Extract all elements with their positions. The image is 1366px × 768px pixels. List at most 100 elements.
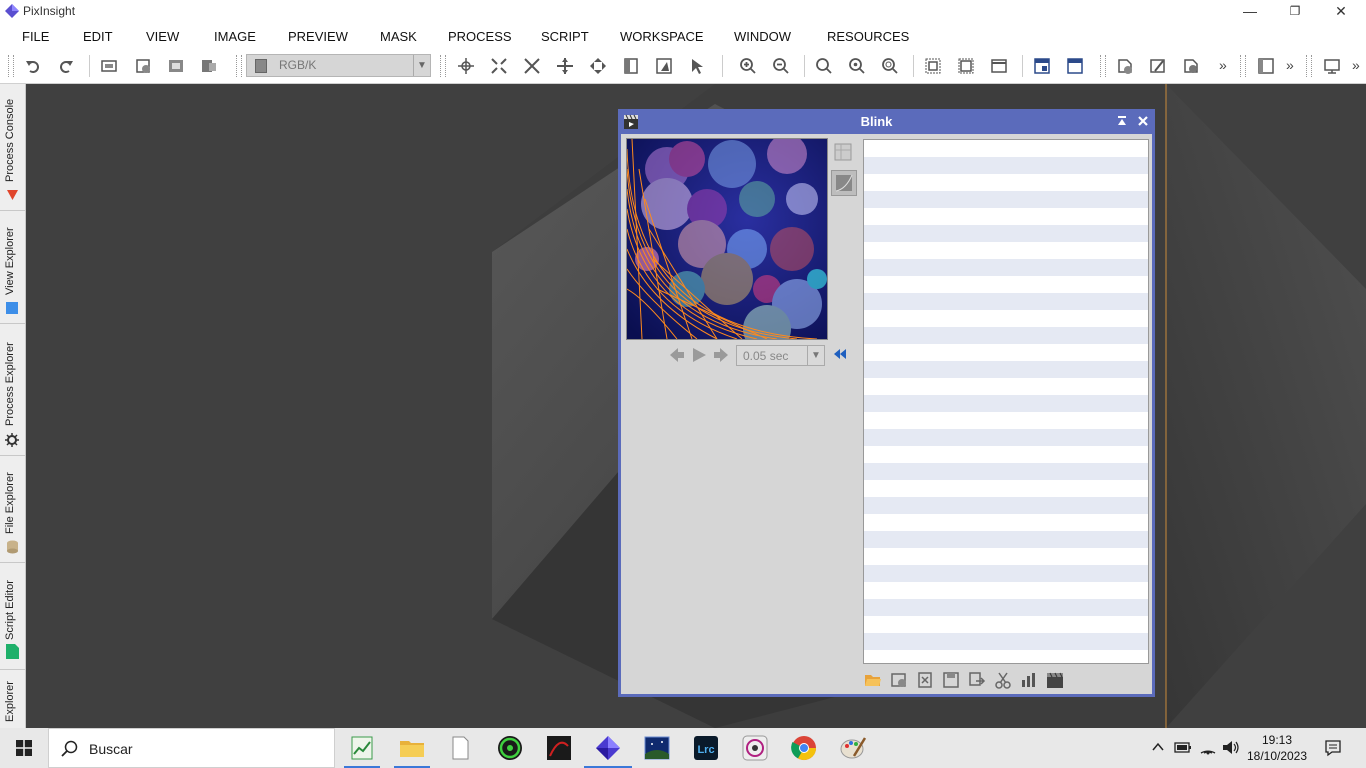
chevron-down-icon[interactable]: ▼ (413, 55, 430, 76)
channel-select[interactable]: RGB/K ▼ (246, 54, 431, 77)
toolbar-overflow-button[interactable]: » (1219, 57, 1237, 75)
stellarium-app-icon[interactable] (643, 734, 671, 762)
blink-title-bar[interactable]: Blink (618, 109, 1155, 134)
tab-explorer[interactable]: Explorer (0, 670, 25, 728)
wifi-icon[interactable] (1199, 739, 1217, 755)
zoom-collapse-icon[interactable] (523, 57, 541, 75)
menu-resources[interactable]: RESOURCES (827, 29, 909, 44)
new-image-icon[interactable] (100, 57, 118, 75)
layout-icon[interactable] (1257, 57, 1275, 75)
shade-window-icon[interactable] (1116, 115, 1128, 127)
file-explorer-folder-icon[interactable] (398, 734, 426, 762)
zoom-fit-icon[interactable] (490, 57, 508, 75)
chrome-app-icon[interactable] (790, 734, 818, 762)
dynamic-crop-icon[interactable] (655, 57, 673, 75)
restore-button[interactable]: ❐ (1272, 0, 1318, 23)
menu-preview[interactable]: PREVIEW (288, 29, 348, 44)
copy-to-icon[interactable] (968, 671, 986, 689)
guiding-app-icon[interactable] (496, 734, 524, 762)
cut-icon[interactable] (994, 671, 1012, 689)
menu-mask[interactable]: MASK (380, 29, 417, 44)
toolbar-grip[interactable] (8, 55, 14, 77)
readout-mode-icon[interactable] (622, 57, 640, 75)
image-properties-icon[interactable] (167, 57, 185, 75)
menu-file[interactable]: FILE (22, 29, 49, 44)
new-preview-icon[interactable] (1116, 57, 1134, 75)
pointer-icon[interactable] (688, 57, 706, 75)
toolbar-grip[interactable] (1240, 55, 1246, 77)
rewind-icon[interactable] (833, 347, 847, 361)
preview-settings-icon[interactable] (1182, 57, 1200, 75)
zoom-out-icon[interactable] (772, 57, 790, 75)
toolbar-grip[interactable] (1306, 55, 1312, 77)
tab-process-console[interactable]: Process Console (0, 84, 25, 211)
tab-view-explorer[interactable]: View Explorer (0, 211, 25, 324)
blink-preview-image[interactable] (626, 138, 828, 340)
lightroom-classic-app-icon[interactable]: Lrc (692, 734, 720, 762)
window-view-icon[interactable] (990, 57, 1008, 75)
image-export-icon[interactable] (200, 57, 218, 75)
menu-view[interactable]: VIEW (146, 29, 179, 44)
chevron-up-icon[interactable] (1152, 742, 1164, 752)
toolbar-overflow-button[interactable]: » (1352, 57, 1366, 75)
play-icon[interactable] (690, 346, 708, 364)
minimize-button[interactable]: — (1227, 0, 1273, 23)
battery-icon[interactable] (1174, 740, 1192, 754)
pan-icon[interactable] (556, 57, 574, 75)
windows-start-icon[interactable] (16, 740, 32, 756)
previous-arrow-icon[interactable] (668, 346, 686, 364)
save-icon[interactable] (942, 671, 960, 689)
histogram-view-button[interactable] (833, 142, 853, 162)
system-clock[interactable]: 19:13 18/10/2023 (1246, 732, 1308, 764)
move-icon[interactable] (589, 57, 607, 75)
zoom-in-icon[interactable] (739, 57, 757, 75)
undo-icon[interactable] (24, 57, 42, 75)
blank-document-app-icon[interactable] (446, 734, 474, 762)
toolbar-grip[interactable] (1100, 55, 1106, 77)
pixinsight-app-icon[interactable] (594, 734, 622, 762)
toolbar-overflow-button[interactable]: » (1286, 57, 1304, 75)
duplicate-image-icon[interactable] (134, 57, 152, 75)
zoom-1-1-icon[interactable] (815, 57, 833, 75)
stf-view-button[interactable] (831, 170, 857, 196)
edit-preview-icon[interactable] (1149, 57, 1167, 75)
close-button[interactable]: ✕ (1318, 0, 1364, 23)
crosshair-icon[interactable] (457, 57, 475, 75)
next-arrow-icon[interactable] (712, 346, 730, 364)
close-all-icon[interactable] (916, 671, 934, 689)
menu-process[interactable]: PROCESS (448, 29, 512, 44)
tab-process-explorer[interactable]: Process Explorer (0, 324, 25, 456)
paint-app-icon[interactable] (839, 734, 867, 762)
close-icon[interactable] (1137, 115, 1149, 127)
fit-view-icon[interactable] (924, 57, 942, 75)
statistics-icon[interactable] (1020, 671, 1038, 689)
chart-notepad-app-icon[interactable] (348, 734, 376, 762)
chevron-down-icon[interactable]: ▼ (807, 346, 824, 365)
tab-script-editor[interactable]: Script Editor (0, 563, 25, 670)
maximize-view-icon[interactable] (1066, 57, 1084, 75)
blink-window[interactable]: Blink 0.05 sec ▼ (618, 109, 1155, 697)
open-folder-icon[interactable] (864, 671, 882, 689)
monitor-icon[interactable] (1323, 57, 1341, 75)
toolbar-grip[interactable] (440, 55, 446, 77)
taskbar-search-box[interactable]: Buscar (48, 728, 335, 768)
redo-icon[interactable] (57, 57, 75, 75)
galaxy-app-icon[interactable] (741, 734, 769, 762)
menu-script[interactable]: SCRIPT (541, 29, 589, 44)
toolbar-grip[interactable] (236, 55, 242, 77)
zoom-2-1-icon[interactable] (848, 57, 866, 75)
tile-windows-icon[interactable] (1033, 57, 1051, 75)
menu-window[interactable]: WINDOW (734, 29, 791, 44)
menu-image[interactable]: IMAGE (214, 29, 256, 44)
close-selected-icon[interactable] (890, 671, 908, 689)
create-movie-icon[interactable] (1046, 671, 1064, 689)
zoom-1-2-icon[interactable] (881, 57, 899, 75)
zoom-to-fit-icon[interactable] (957, 57, 975, 75)
notifications-icon[interactable] (1324, 739, 1342, 757)
menu-workspace[interactable]: WORKSPACE (620, 29, 704, 44)
blink-interval-select[interactable]: 0.05 sec ▼ (736, 345, 825, 366)
tab-file-explorer[interactable]: File Explorer (0, 456, 25, 563)
sharpcap-app-icon[interactable] (545, 734, 573, 762)
blink-file-list[interactable] (863, 139, 1149, 664)
menu-edit[interactable]: EDIT (83, 29, 113, 44)
